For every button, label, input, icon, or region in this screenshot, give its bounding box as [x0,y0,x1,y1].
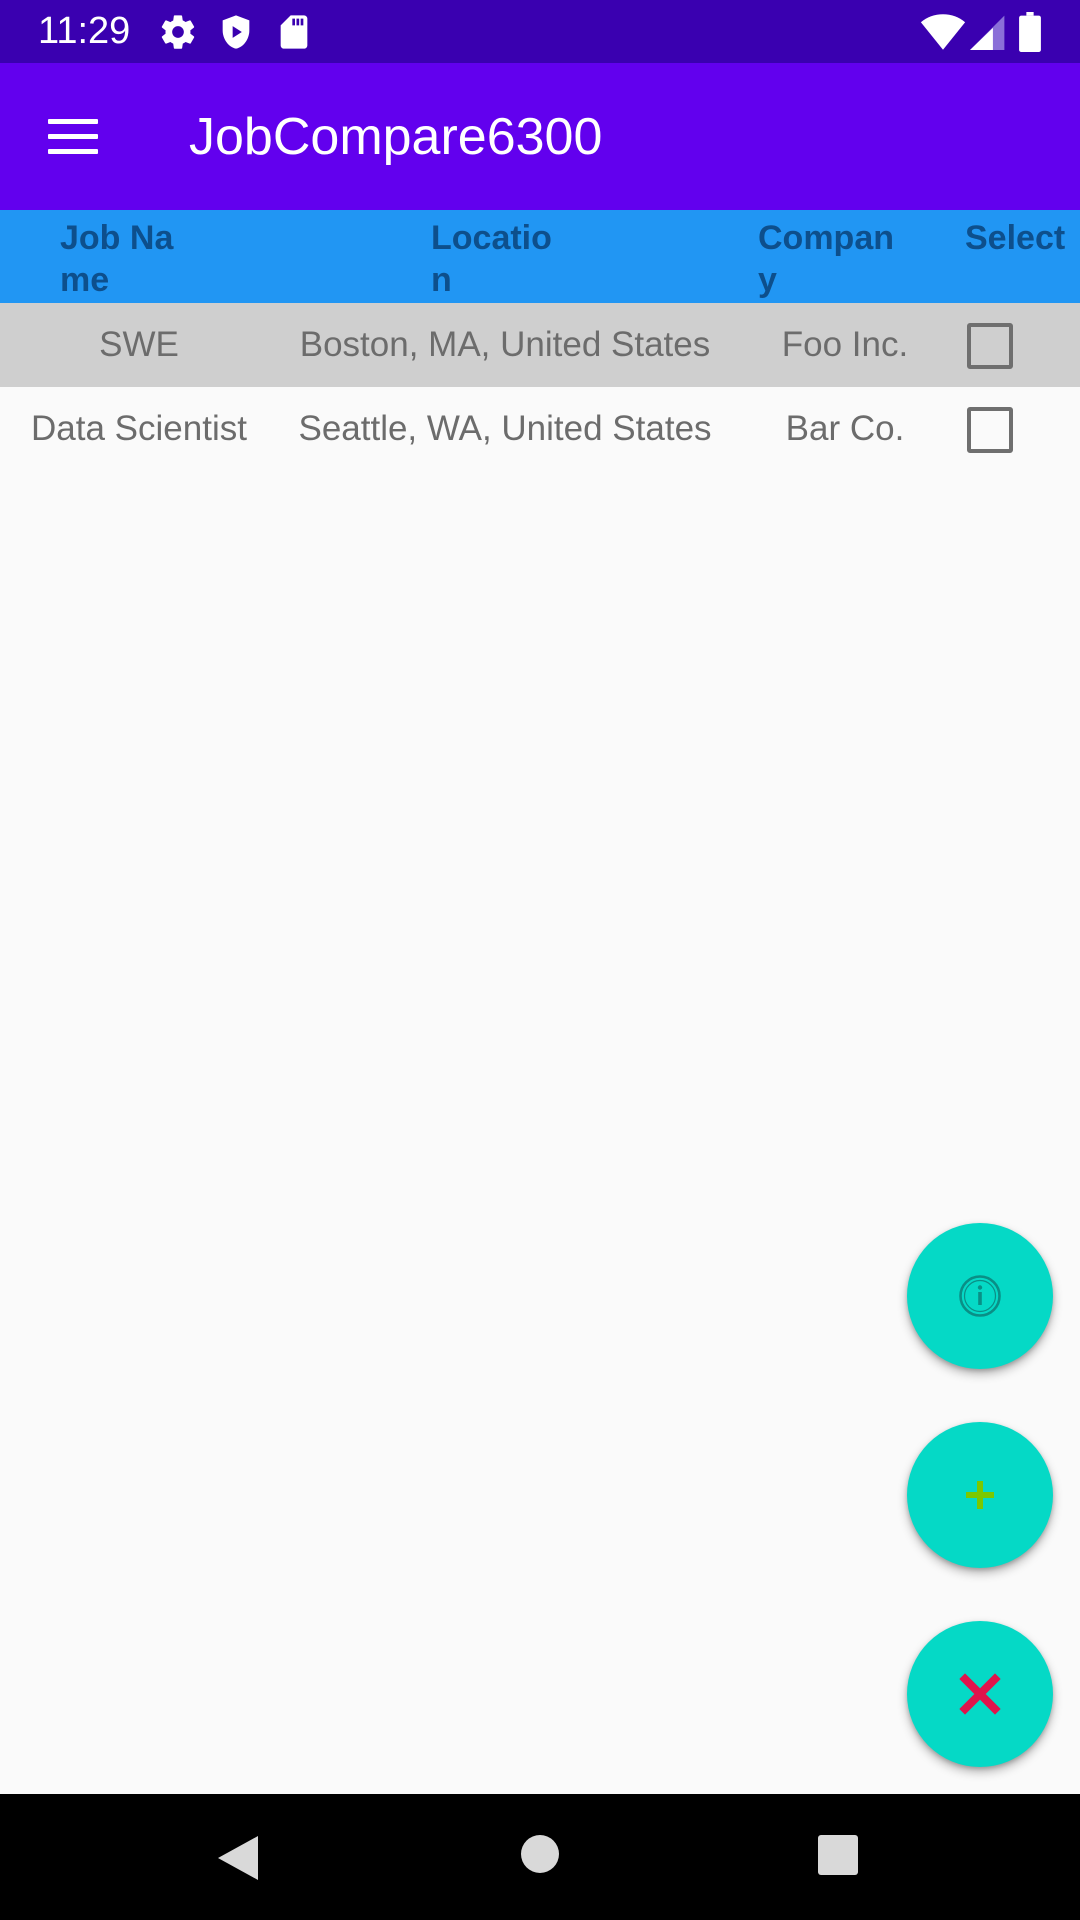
info-button[interactable] [907,1223,1053,1369]
column-header-company: Company [758,219,894,299]
sd-card-icon [274,12,314,52]
select-checkbox[interactable] [967,323,1013,369]
home-icon[interactable] [520,1834,560,1879]
back-icon[interactable] [216,1834,260,1887]
plus-icon [966,1481,994,1509]
column-header-location: Location [431,219,552,299]
system-nav-bar [0,1794,1080,1920]
cell-location: Boston, MA, United States [299,325,711,364]
signal-icon [970,12,1010,52]
close-icon [959,1673,1001,1715]
recents-icon[interactable] [817,1834,859,1881]
table-header: Job Name Location Company Select [0,210,1080,303]
column-header-select: Select [965,219,1066,257]
cell-company: Foo Inc. [781,325,909,364]
wifi-icon [920,12,966,52]
cell-job-name: Data Scientist [31,409,247,448]
table-row[interactable]: SWE Boston, MA, United States Foo Inc. [0,303,1080,387]
cell-location: Seattle, WA, United States [298,409,712,448]
column-header-job-name: Job Name [60,219,174,299]
cell-job-name: SWE [99,325,179,364]
status-bar: 11:29 [0,0,1080,63]
add-button[interactable] [907,1422,1053,1568]
status-time: 11:29 [38,10,131,52]
delete-button[interactable] [907,1621,1053,1767]
hamburger-menu-icon[interactable] [30,103,116,169]
app-title: JobCompare6300 [189,108,603,166]
app-bar: JobCompare6300 [0,63,1080,210]
select-checkbox[interactable] [967,407,1013,453]
settings-icon [158,12,198,52]
shield-icon [216,12,256,52]
battery-icon [1018,12,1048,52]
info-icon [959,1275,1001,1317]
cell-company: Bar Co. [785,409,905,448]
table-row[interactable]: Data Scientist Seattle, WA, United State… [0,387,1080,471]
